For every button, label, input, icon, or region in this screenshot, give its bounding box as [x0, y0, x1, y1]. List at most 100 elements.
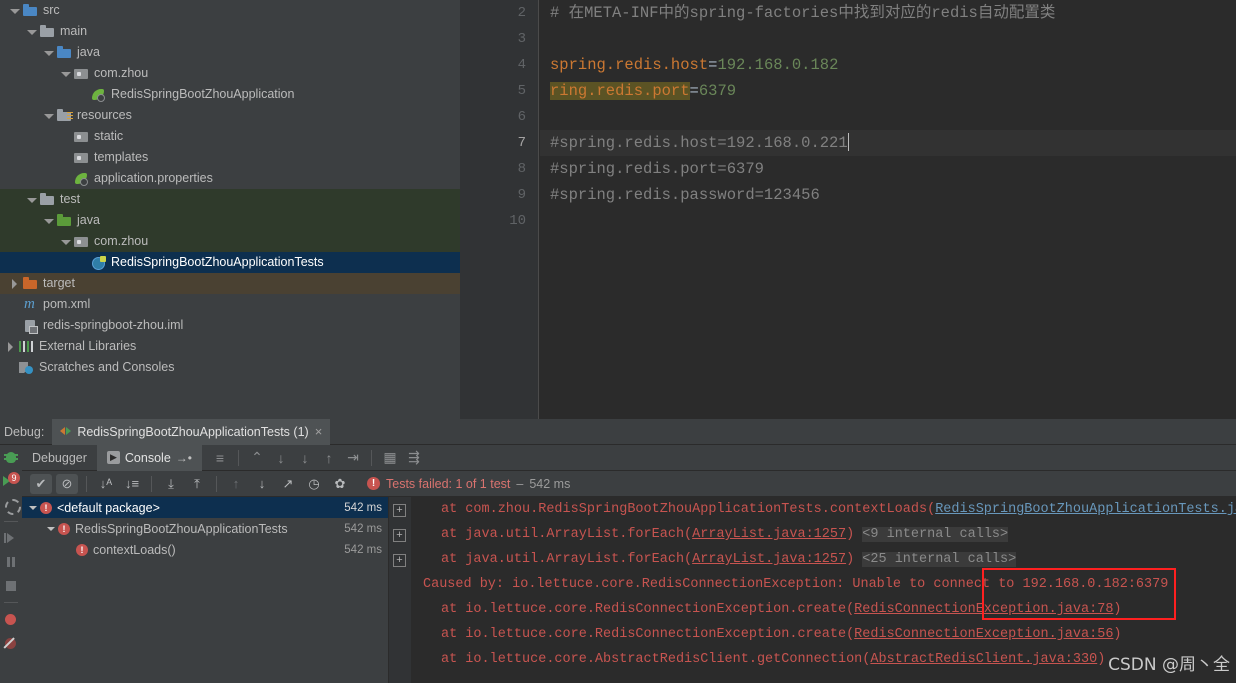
project-tree-row[interactable]: target [0, 273, 460, 294]
project-tree-row[interactable]: templates [0, 147, 460, 168]
scroll-to-end-icon[interactable]: ↓ [272, 449, 290, 467]
chevron-down-icon[interactable] [44, 111, 54, 121]
editor-line[interactable]: #spring.redis.host=192.168.0.221 [540, 130, 1236, 156]
project-tree-row[interactable]: static [0, 126, 460, 147]
chevron-down-icon[interactable] [46, 523, 58, 535]
chevron-down-icon[interactable] [44, 48, 54, 58]
chevron-right-icon[interactable] [10, 278, 20, 289]
close-icon[interactable]: × [315, 424, 323, 439]
stop-icon[interactable] [3, 578, 19, 594]
editor-line[interactable]: ring.redis.port=6379 [540, 78, 1236, 104]
project-tree-row[interactable]: application.properties [0, 168, 460, 189]
debug-side-toolbar[interactable] [0, 445, 22, 683]
test-runner-toolbar[interactable]: ✔ ⊘ ↓ᴬ ↓≡ ⤓ ⤒ ↑ ↓ ↗ ◷ ✿ ! Tests failed: 1 of 1 tes… [22, 471, 1236, 497]
editor-line[interactable]: # 在META-INF中的spring-factories中找到对应的redis… [540, 0, 1236, 26]
rerun-with-count-icon[interactable] [3, 472, 20, 489]
restart-icon[interactable] [3, 497, 21, 515]
pin-tab-icon[interactable]: →• [176, 445, 192, 471]
settings-icon[interactable]: ✿ [329, 474, 351, 494]
tab-console-label: Console [124, 450, 171, 465]
pause-program-icon[interactable] [3, 554, 19, 570]
editor-panel[interactable]: 2 3 4 5 6 7 8 9 10 # 在META-INF中的spring-factories… [460, 0, 1236, 419]
tab-console[interactable]: ▶ Console →• [96, 444, 202, 471]
soft-wrap-icon[interactable]: ≡ [211, 449, 229, 467]
internal-calls-fold[interactable]: <25 internal calls> [862, 552, 1017, 567]
project-tree-row[interactable]: test [0, 189, 460, 210]
prev-failed-icon[interactable]: ↑ [225, 474, 247, 494]
test-toolbar-icons[interactable]: ✔ ⊘ ↓ᴬ ↓≡ ⤓ ⤒ ↑ ↓ ↗ ◷ ✿ [28, 473, 353, 494]
stacktrace-source-link[interactable]: ArrayList.java:1257 [692, 527, 846, 542]
project-tree-row[interactable]: redis-springboot-zhou.iml [0, 315, 460, 336]
console-toolbar[interactable]: ≡ ⌃ ↓ ↓ ↑ ⇥ ▦ ⇶ [208, 449, 426, 467]
project-tree-row[interactable]: com.zhou [0, 231, 460, 252]
resume-program-icon[interactable] [3, 530, 19, 546]
maven-icon [23, 294, 38, 315]
hide-ignored-icon[interactable]: ⊘ [56, 473, 78, 494]
project-tree-panel[interactable]: src main java com.zhou RedisSpringBootZhouAp… [0, 0, 460, 419]
editor-line[interactable] [540, 104, 1236, 130]
editor-line[interactable]: #spring.redis.port=6379 [540, 156, 1236, 182]
project-tree-row[interactable]: main [0, 21, 460, 42]
sort-alphabetically-icon[interactable]: ↓ᴬ [95, 474, 117, 494]
test-tree-row[interactable]: ! contextLoads() 542 ms [22, 539, 388, 560]
stacktrace-source-link[interactable]: RedisConnectionException.java:78 [854, 602, 1113, 617]
stacktrace-source-link[interactable]: RedisSpringBootZhouApplicationTests.jav [935, 502, 1236, 517]
stacktrace-source-link[interactable]: ArrayList.java:1257 [692, 552, 846, 567]
project-tree-row[interactable]: RedisSpringBootZhouApplicationTests [0, 252, 460, 273]
internal-calls-fold[interactable]: <9 internal calls> [862, 527, 1009, 542]
line-number: 3 [517, 31, 526, 47]
test-tree-row[interactable]: ! <default package> 542 ms [22, 497, 388, 518]
scroll-up-icon[interactable]: ⌃ [248, 449, 266, 467]
history-icon[interactable]: ◷ [303, 474, 325, 494]
export-test-results-icon[interactable]: ↗ [277, 474, 299, 494]
console-fold-gutter[interactable]: + + + [389, 497, 411, 683]
debug-subtab-bar[interactable]: Debugger ▶ Console →• ≡ ⌃ ↓ ↓ ↑ ⇥ ▦ ⇶ [22, 444, 1236, 471]
next-failed-icon[interactable]: ↓ [251, 474, 273, 494]
chevron-down-icon[interactable] [27, 27, 37, 37]
fold-expand-icon[interactable]: + [393, 504, 406, 517]
export-icon[interactable]: ↑ [320, 449, 338, 467]
sort-by-duration-icon[interactable]: ↓≡ [121, 474, 143, 494]
project-tree-row[interactable]: RedisSpringBootZhouApplication [0, 84, 460, 105]
stacktrace-source-link[interactable]: RedisConnectionException.java:56 [854, 627, 1113, 642]
chevron-down-icon[interactable] [27, 195, 37, 205]
editor-line[interactable]: #spring.redis.password=123456 [540, 182, 1236, 208]
expand-all-icon[interactable]: ⤓ [160, 474, 182, 494]
run-configuration-tab[interactable]: RedisSpringBootZhouApplicationTests (1) … [52, 418, 331, 445]
cls-test-icon [91, 255, 106, 270]
test-tree-row[interactable]: ! RedisSpringBootZhouApplicationTests 542 … [22, 518, 388, 539]
show-passed-icon[interactable]: ✔ [30, 473, 52, 494]
editor-line[interactable]: spring.redis.host=192.168.0.182 [540, 52, 1236, 78]
project-tree-row[interactable]: src [0, 0, 460, 21]
chevron-down-icon[interactable] [44, 216, 54, 226]
collapse-all-icon[interactable]: ⤒ [186, 474, 208, 494]
chevron-down-icon[interactable] [61, 237, 71, 247]
editor-code-area[interactable]: # 在META-INF中的spring-factories中找到对应的redis… [540, 0, 1236, 419]
fold-expand-icon[interactable]: + [393, 529, 406, 542]
mute-breakpoints-icon[interactable] [3, 635, 19, 651]
project-tree-row[interactable]: resources [0, 105, 460, 126]
table-icon[interactable]: ▦ [381, 449, 399, 467]
close-on-exit-icon[interactable]: ⇥ [344, 449, 362, 467]
project-tree-row[interactable]: com.zhou [0, 63, 460, 84]
bug-icon[interactable] [3, 449, 19, 465]
editor-line[interactable] [540, 208, 1236, 234]
view-breakpoints-icon[interactable] [3, 611, 19, 627]
project-tree-row[interactable]: pom.xml [0, 294, 460, 315]
tab-debugger[interactable]: Debugger [22, 445, 97, 471]
editor-line[interactable] [540, 26, 1236, 52]
fold-expand-icon[interactable]: + [393, 554, 406, 567]
test-results-tree[interactable]: ! <default package> 542 ms! RedisSpringBoot… [22, 497, 388, 683]
project-tree-row[interactable]: java [0, 42, 460, 63]
project-tree-row[interactable]: Scratches and Consoles [0, 357, 460, 378]
chevron-right-icon[interactable] [6, 341, 16, 352]
stacktrace-source-link[interactable]: AbstractRedisClient.java:330 [870, 652, 1097, 667]
project-tree-row[interactable]: java [0, 210, 460, 231]
chevron-down-icon[interactable] [61, 69, 71, 79]
print-icon[interactable]: ↓ [296, 449, 314, 467]
console-stacktrace[interactable]: at com.zhou.RedisSpringBootZhouApplicati… [411, 497, 1236, 672]
chevron-down-icon[interactable] [10, 6, 20, 16]
settings-list-icon[interactable]: ⇶ [405, 449, 423, 467]
project-tree-row[interactable]: External Libraries [0, 336, 460, 357]
chevron-down-icon[interactable] [28, 502, 40, 514]
